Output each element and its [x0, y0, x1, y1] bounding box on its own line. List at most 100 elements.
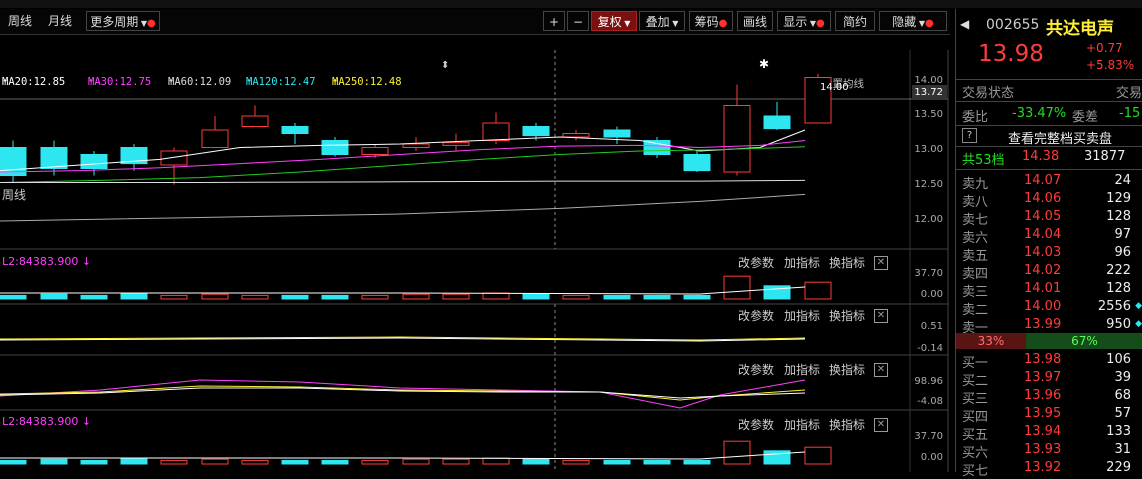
panel3-bottom-value: -4.08 — [917, 396, 943, 407]
volume-bar — [201, 458, 229, 465]
candle-body — [80, 154, 108, 169]
price-axis: 14.00 13.72 13.50 13.00 12.50 12.00 — [912, 75, 947, 225]
volume-bar — [643, 294, 671, 300]
panel4-add-indicator-button[interactable]: 加指标 — [784, 416, 820, 433]
order-level-label: 买七 — [962, 464, 989, 479]
kdj-line — [0, 379, 806, 409]
svg-text:13.00: 13.00 — [914, 144, 943, 155]
panel4-close-icon[interactable]: ✕ — [874, 418, 888, 432]
dropdown-arrow-icon: ▼ — [669, 19, 679, 28]
zoom-out-button[interactable]: − — [567, 11, 589, 31]
monthly-period-button[interactable]: 月线 — [48, 12, 72, 31]
collapse-icon[interactable]: ◀ — [960, 17, 969, 31]
volume-bar — [603, 294, 631, 300]
macd-lines — [0, 336, 806, 342]
sell-order-row[interactable]: 卖三 14.01 128 — [956, 280, 1142, 300]
buy-order-row[interactable]: 买三 13.96 68 — [956, 387, 1142, 407]
order-volume: 57 — [1114, 406, 1131, 421]
sell-ratio-bar: 33% — [956, 333, 1026, 349]
panel3-close-icon[interactable]: ✕ — [874, 363, 888, 377]
price-change: +0.77 — [1086, 41, 1123, 55]
restore-rights-dropdown[interactable]: 复权 ▼ — [591, 11, 637, 31]
candle-body — [522, 126, 550, 137]
panel4-switch-indicator-button[interactable]: 换指标 — [829, 416, 865, 433]
order-price: 14.05 — [1024, 209, 1062, 224]
buy-order-row[interactable]: 买六 13.93 31 — [956, 441, 1142, 461]
notification-dot-icon: ● — [718, 18, 728, 29]
buy-order-row[interactable]: 买四 13.95 57 — [956, 405, 1142, 425]
chip-button[interactable]: 筹码● — [689, 11, 733, 31]
order-price: 14.04 — [1024, 227, 1062, 242]
volume-bar — [522, 293, 550, 300]
panel1-close-icon[interactable]: ✕ — [874, 256, 888, 270]
weicha-value: -15 — [1119, 106, 1141, 121]
panel1-top-value: 37.70 — [914, 268, 943, 279]
candle-body — [241, 115, 269, 127]
sell-order-row[interactable]: 卖五 14.03 96 — [956, 244, 1142, 264]
svg-text:14.00: 14.00 — [914, 75, 943, 86]
buy-order-row[interactable]: 买一 13.98 106 — [956, 351, 1142, 371]
volume-bar — [0, 459, 27, 465]
panel3-switch-indicator-button[interactable]: 换指标 — [829, 361, 865, 378]
zoom-in-button[interactable]: + — [543, 11, 565, 31]
ma-line — [0, 193, 806, 222]
panel2-add-indicator-button[interactable]: 加指标 — [784, 307, 820, 324]
kdj-line — [0, 387, 806, 399]
buy-order-row[interactable]: 买二 13.97 39 — [956, 369, 1142, 389]
order-price: 14.07 — [1024, 173, 1062, 188]
panel2-params-button[interactable]: 改参数 — [738, 307, 774, 324]
stock-code: 002655 — [986, 17, 1040, 33]
full-book-button[interactable]: ? 查看完整档买卖盘 — [956, 125, 1142, 147]
panel4-params-button[interactable]: 改参数 — [738, 416, 774, 433]
panel3-params-button[interactable]: 改参数 — [738, 361, 774, 378]
buy-order-row[interactable]: 买七 13.92 229 — [956, 459, 1142, 479]
notification-dot-icon: ● — [924, 18, 934, 29]
sell-order-row[interactable]: 卖七 14.05 128 — [956, 208, 1142, 228]
volume-bar — [241, 294, 269, 300]
order-price: 14.02 — [1024, 263, 1062, 278]
volume-bar — [482, 292, 510, 300]
order-price: 13.98 — [1024, 352, 1062, 367]
weicha-label: 委差 — [1072, 110, 1099, 125]
buy-order-row[interactable]: 买五 13.94 133 — [956, 423, 1142, 443]
panel1-switch-indicator-button[interactable]: 换指标 — [829, 254, 865, 271]
total-levels-vol: 31877 — [1084, 149, 1126, 164]
candle-body — [160, 150, 188, 166]
simple-mode-button[interactable]: 简约 — [835, 11, 875, 31]
hide-dropdown[interactable]: 隐藏 ▼● — [879, 11, 947, 31]
trade-status-tab[interactable]: 交易状态 — [962, 82, 1014, 101]
total-levels-price: 14.38 — [1022, 149, 1060, 164]
order-volume: 97 — [1114, 227, 1131, 242]
panel2-switch-indicator-button[interactable]: 换指标 — [829, 307, 865, 324]
volume-bar — [683, 459, 711, 465]
more-period-dropdown[interactable]: 更多周期 ▼● — [86, 11, 160, 31]
volume-bar — [643, 459, 671, 465]
volume-bar — [723, 275, 751, 300]
order-price: 13.96 — [1024, 388, 1062, 403]
weekly-period-button[interactable]: 周线 — [8, 12, 32, 31]
panel1-add-indicator-button[interactable]: 加指标 — [784, 254, 820, 271]
draw-line-button[interactable]: 画线 — [737, 11, 773, 31]
overlay-dropdown[interactable]: 叠加 ▼ — [639, 11, 685, 31]
order-price: 14.06 — [1024, 191, 1062, 206]
sell-order-row[interactable]: 卖二 14.00 2556 ◆ — [956, 298, 1142, 318]
panel4-top-value: 37.70 — [914, 431, 943, 442]
order-volume: 133 — [1106, 424, 1131, 439]
sell-order-row[interactable]: 卖八 14.06 129 — [956, 190, 1142, 210]
volume-bar — [402, 293, 430, 300]
volume-bar — [281, 459, 309, 465]
chart-toolbar: 周线 月线 更多周期 ▼● + − 复权 ▼ 叠加 ▼ 筹码● 画线 显示 ▼●… — [0, 9, 950, 35]
display-dropdown[interactable]: 显示 ▼● — [777, 11, 831, 31]
panel2-close-icon[interactable]: ✕ — [874, 309, 888, 323]
candle-body — [201, 129, 229, 148]
candlestick-series — [0, 74, 832, 185]
trade-tab[interactable]: 交易 — [1116, 82, 1142, 101]
candle-body — [723, 105, 751, 173]
sell-order-row[interactable]: 卖四 14.02 222 — [956, 262, 1142, 282]
volume-bar — [361, 459, 389, 465]
sell-order-row[interactable]: 卖六 14.04 97 — [956, 226, 1142, 246]
sell-order-row[interactable]: 卖九 14.07 24 — [956, 172, 1142, 192]
volume-ma-line — [0, 286, 806, 295]
panel3-add-indicator-button[interactable]: 加指标 — [784, 361, 820, 378]
panel1-params-button[interactable]: 改参数 — [738, 254, 774, 271]
